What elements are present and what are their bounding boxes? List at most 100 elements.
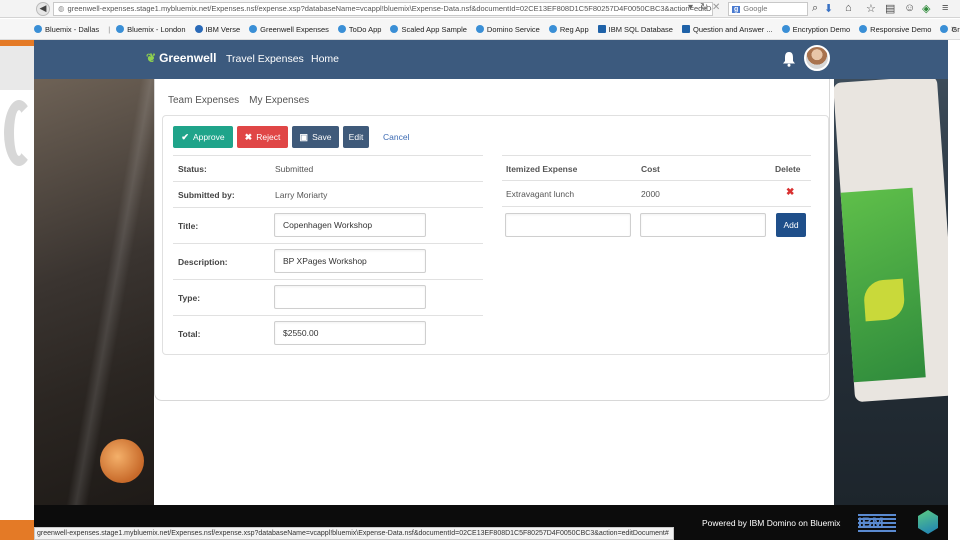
new-expense-item-input[interactable] <box>505 213 631 237</box>
type-field[interactable] <box>274 285 426 309</box>
edit-button[interactable]: Edit <box>343 126 369 148</box>
bookmarks-bar: Bluemix - Dallas | Bluemix - London IBM … <box>0 19 960 40</box>
bookmark-label: Greenwell Expenses <box>260 24 329 34</box>
shield-icon[interactable]: ◈ <box>922 2 930 15</box>
bluemix-icon <box>34 25 42 33</box>
total-label: Total: <box>178 329 201 339</box>
download-icon[interactable]: ⬇ <box>824 2 833 15</box>
search-go-icon[interactable]: ⌕ <box>812 2 818 15</box>
reject-button[interactable]: ✖ Reject <box>237 126 288 148</box>
hamburger-menu-icon[interactable]: ≡ <box>942 2 948 14</box>
bluemix-icon <box>940 25 949 33</box>
total-field[interactable]: $2550.00 <box>274 321 426 345</box>
x-icon: ✖ <box>244 131 253 142</box>
browser-status-bar: greenwell-expenses.stage1.mybluemix.net/… <box>34 527 674 540</box>
globe-icon <box>194 25 203 33</box>
globe-icon: ◍ <box>58 4 65 13</box>
save-button[interactable]: ▣ Save <box>292 126 339 148</box>
bookmark-item[interactable]: Domino Service <box>475 24 540 34</box>
browser-toolbar: ◀ ◍ greenwell-expenses.stage1.mybluemix.n… <box>0 0 960 18</box>
tab-team-expenses[interactable]: Team Expenses <box>168 95 239 106</box>
floppy-disk-icon: ▣ <box>299 131 309 142</box>
cancel-link[interactable]: Cancel <box>383 132 409 142</box>
background-photo-right <box>834 79 948 505</box>
back-button[interactable]: ◀ <box>36 1 50 16</box>
reject-label: Reject <box>256 132 281 142</box>
bluemix-icon <box>249 25 258 33</box>
bell-icon[interactable] <box>782 51 796 67</box>
search-box[interactable]: g Google <box>728 2 808 16</box>
avatar[interactable] <box>804 45 830 71</box>
orange-accent-bottom <box>0 520 34 540</box>
bookmark-label: ToDo App <box>348 24 382 34</box>
nav-travel-expenses[interactable]: Travel Expenses <box>226 53 304 65</box>
status-value: Submitted <box>275 164 314 174</box>
column-header-cost: Cost <box>641 164 660 174</box>
bookmarks-menu-icon[interactable]: ▤ <box>885 2 895 15</box>
status-label: Status: <box>178 164 207 174</box>
expense-table-header: Itemized Expense Cost Delete <box>502 155 811 181</box>
url-text: greenwell-expenses.stage1.mybluemix.net/… <box>67 4 713 13</box>
bookmark-item[interactable]: IBM SQL Database <box>597 25 673 34</box>
description-label: Description: <box>178 257 228 267</box>
brand-name: Greenwell <box>159 51 217 65</box>
bookmark-label: Bluemix - Dallas <box>45 24 100 34</box>
bookmark-label: Reg App <box>559 24 589 34</box>
background-photo-left <box>34 79 154 505</box>
hexagon-logo-icon <box>918 510 938 534</box>
smiley-icon[interactable]: ☺ <box>904 2 915 14</box>
gear-icon <box>4 100 34 166</box>
bookmark-label: Domino Service <box>486 24 540 34</box>
approve-button[interactable]: ✔ Approve <box>173 126 233 148</box>
brand-logo[interactable]: ❦ Greenwell <box>146 51 216 65</box>
bookmark-item[interactable]: IBM Verse <box>194 25 240 34</box>
save-label: Save <box>312 132 332 142</box>
home-icon[interactable]: ⌂ <box>845 2 852 14</box>
check-icon: ✔ <box>181 131 189 142</box>
bookmark-label: Bluemix - London <box>127 24 186 34</box>
approve-label: Approve <box>192 132 225 142</box>
bluemix-icon <box>859 25 868 33</box>
expense-card: Team Expenses My Expenses ✔ Approve ✖ Reje… <box>154 79 830 401</box>
bookmark-item[interactable]: Greenwell Expenses <box>249 25 329 34</box>
bookmark-label: Scaled App Sample <box>401 24 467 34</box>
search-placeholder: Google <box>743 4 768 13</box>
bookmark-item[interactable]: Bluemix - London <box>116 24 186 34</box>
title-row: Title: Copenhagen Workshop <box>173 207 483 243</box>
column-header-delete: Delete <box>775 164 801 174</box>
type-row: Type: <box>173 279 483 315</box>
description-field[interactable]: BP XPages Workshop <box>274 249 426 273</box>
bookmark-star-icon[interactable]: ☆ <box>866 2 876 15</box>
bookmark-item[interactable]: Reg App <box>548 24 589 34</box>
nav-home[interactable]: Home <box>311 53 339 65</box>
separator: | <box>108 24 111 34</box>
bookmark-item[interactable]: Encryption Demo <box>781 25 850 34</box>
footer-text: Powered by IBM Domino on Bluemix <box>702 518 841 528</box>
chevron-right-icon[interactable]: » <box>951 23 956 33</box>
bookmark-label: Question and Answer ... <box>692 24 773 34</box>
bookmark-item[interactable]: Question and Answer ... <box>681 24 773 34</box>
bookmark-item[interactable]: ToDo App <box>337 24 382 34</box>
title-field[interactable]: Copenhagen Workshop <box>274 213 426 237</box>
description-row: Description: BP XPages Workshop <box>173 243 483 279</box>
stop-icon[interactable]: ✕ <box>712 2 720 13</box>
total-row: Total: $2550.00 <box>173 315 483 351</box>
add-button[interactable]: Add <box>776 213 806 237</box>
bookmark-item[interactable]: Bluemix - Dallas <box>34 25 99 34</box>
gray-band <box>0 46 34 90</box>
submitted-by-value: Larry Moriarty <box>275 190 328 200</box>
bookmark-item[interactable]: Responsive Demo <box>859 25 931 34</box>
expense-item-cell: Extravagant lunch <box>506 189 575 199</box>
dropdown-arrow-icon[interactable]: ▾ <box>688 2 693 13</box>
bluemix-icon <box>475 25 484 33</box>
tab-my-expenses[interactable]: My Expenses <box>249 95 309 106</box>
bluemix-icon <box>337 25 346 33</box>
delete-icon[interactable]: ✖ <box>786 187 794 198</box>
new-expense-cost-input[interactable] <box>640 213 766 237</box>
address-bar[interactable]: ◍ greenwell-expenses.stage1.mybluemix.net… <box>53 2 713 16</box>
tab-bar: Team Expenses My Expenses <box>168 95 319 106</box>
phone-graphic <box>834 79 948 403</box>
reload-icon[interactable]: ↻ <box>700 2 708 13</box>
bookmark-item[interactable]: Scaled App Sample <box>390 24 467 34</box>
bookmark-label: Responsive Demo <box>870 24 932 34</box>
